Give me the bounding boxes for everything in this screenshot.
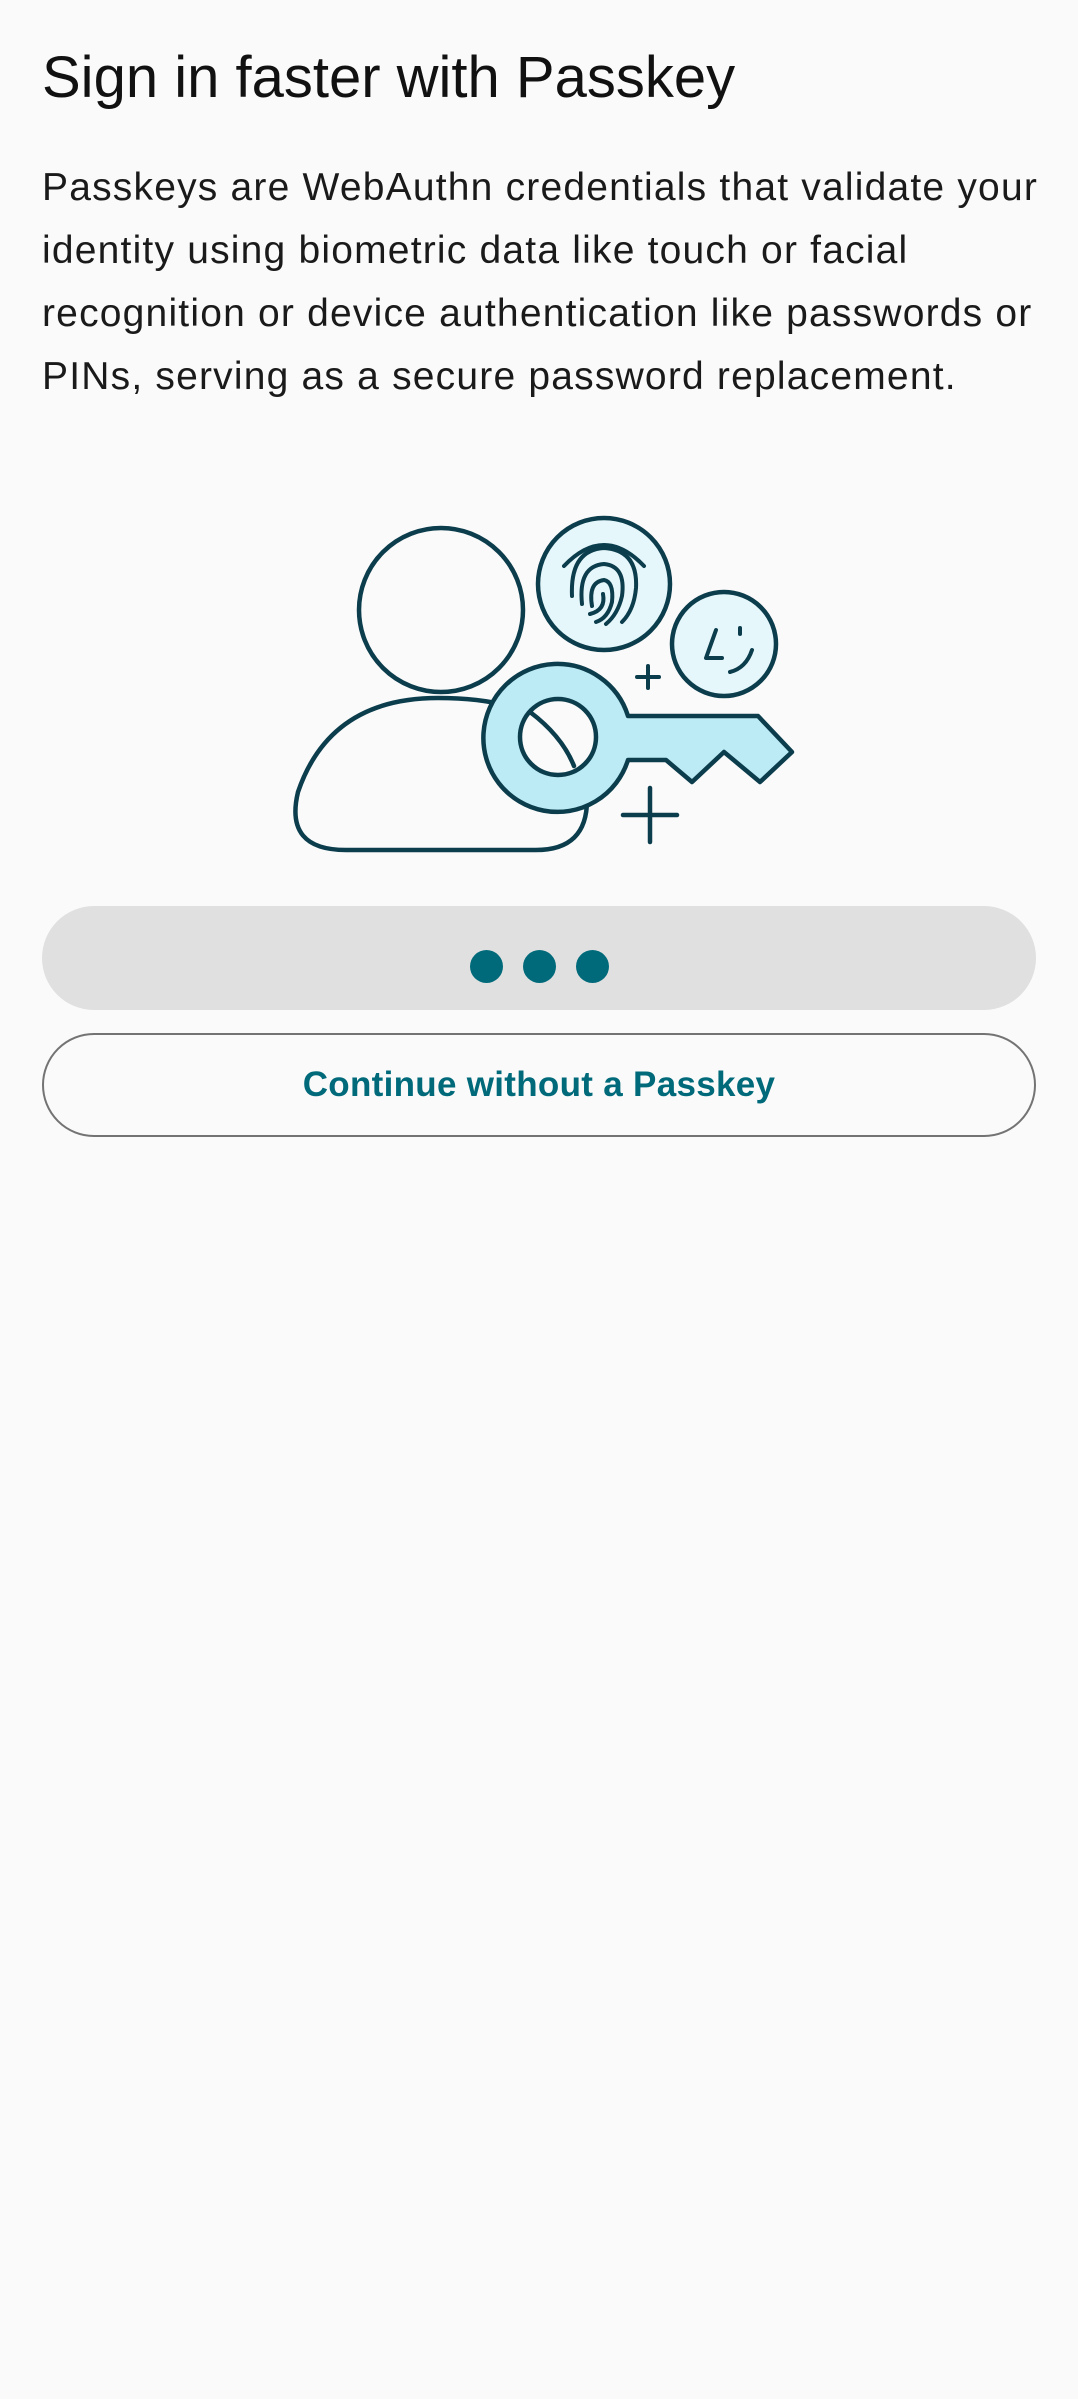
page-description: Passkeys are WebAuthn credentials that v…	[42, 166, 1039, 398]
plus-icon	[620, 785, 680, 845]
continue-without-passkey-label: Continue without a Passkey	[302, 1065, 776, 1104]
continue-without-passkey-button[interactable]: Continue without a Passkey	[42, 1033, 1036, 1137]
fingerprint-icon	[535, 515, 673, 653]
page-title: Sign in faster with Passkey	[42, 45, 736, 110]
loading-dot	[469, 949, 503, 983]
passkey-sign-in-button[interactable]	[42, 906, 1036, 1010]
passkey-illustration	[293, 515, 795, 853]
loading-indicator	[469, 949, 609, 983]
plus-icon	[635, 664, 661, 690]
loading-dot	[522, 949, 556, 983]
loading-dot	[575, 949, 609, 983]
passkey-screen: Sign in faster with Passkey Passkeys are…	[0, 0, 1078, 2399]
face-icon	[669, 589, 779, 699]
